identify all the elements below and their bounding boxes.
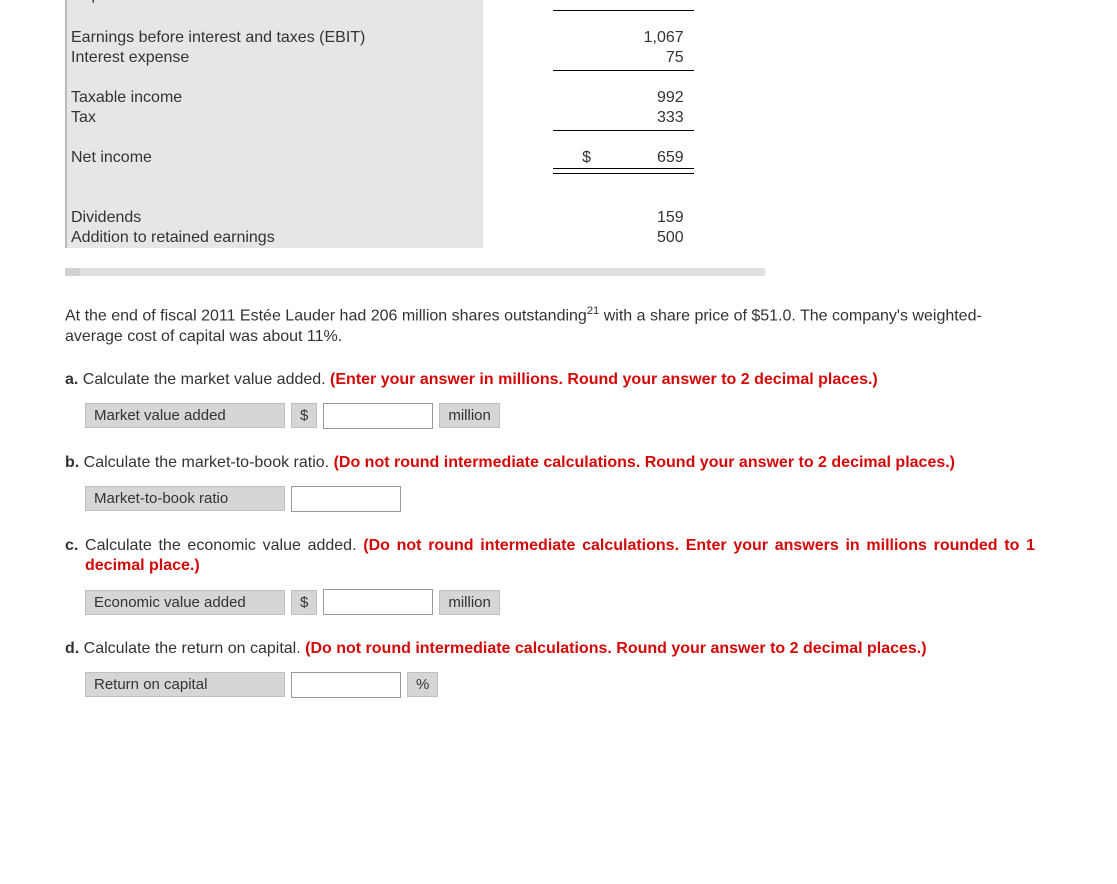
answer-prefix-c: $ — [291, 590, 317, 615]
question-d: d. Calculate the return on capital. (Do … — [65, 639, 1035, 660]
horizontal-scrollbar[interactable] — [65, 268, 765, 276]
economic-value-added-input[interactable] — [323, 589, 433, 615]
answer-prefix-a: $ — [291, 403, 317, 428]
income-statement-table: Depreciation 505 Earnings before interes… — [65, 0, 765, 248]
row-value: 75 — [553, 48, 694, 68]
row-value: 505 — [657, 0, 684, 4]
row-label: Tax — [66, 108, 483, 128]
market-to-book-ratio-input[interactable] — [291, 486, 401, 512]
row-value: 159 — [553, 208, 694, 228]
question-a: a. Calculate the market value added. (En… — [65, 370, 1035, 391]
row-value: 992 — [553, 88, 694, 108]
row-label: Taxable income — [66, 88, 483, 108]
row-label: Depreciation — [71, 0, 161, 4]
row-value: 333 — [553, 108, 694, 128]
currency-symbol: $ — [557, 149, 591, 167]
answer-suffix-c: million — [439, 590, 500, 615]
question-c: c. Calculate the economic value added. (… — [65, 536, 1035, 578]
row-value: 1,067 — [553, 28, 694, 48]
answer-suffix-d: % — [407, 672, 438, 697]
row-label: Net income — [66, 148, 483, 168]
market-value-added-input[interactable] — [323, 403, 433, 429]
row-value: 500 — [553, 228, 694, 248]
return-on-capital-input[interactable] — [291, 672, 401, 698]
row-value: 659 — [657, 149, 684, 166]
row-label: Dividends — [66, 208, 483, 228]
answer-label-b: Market-to-book ratio — [85, 486, 285, 511]
row-label: Earnings before interest and taxes (EBIT… — [66, 28, 483, 48]
question-b: b. Calculate the market-to-book ratio. (… — [65, 453, 1035, 474]
answer-label-c: Economic value added — [85, 590, 285, 615]
row-label: Addition to retained earnings — [66, 228, 483, 248]
row-label: Interest expense — [66, 48, 483, 68]
question-intro: At the end of fiscal 2011 Estée Lauder h… — [65, 304, 1035, 348]
answer-label-a: Market value added — [85, 403, 285, 428]
answer-suffix-a: million — [439, 403, 500, 428]
answer-label-d: Return on capital — [85, 672, 285, 697]
